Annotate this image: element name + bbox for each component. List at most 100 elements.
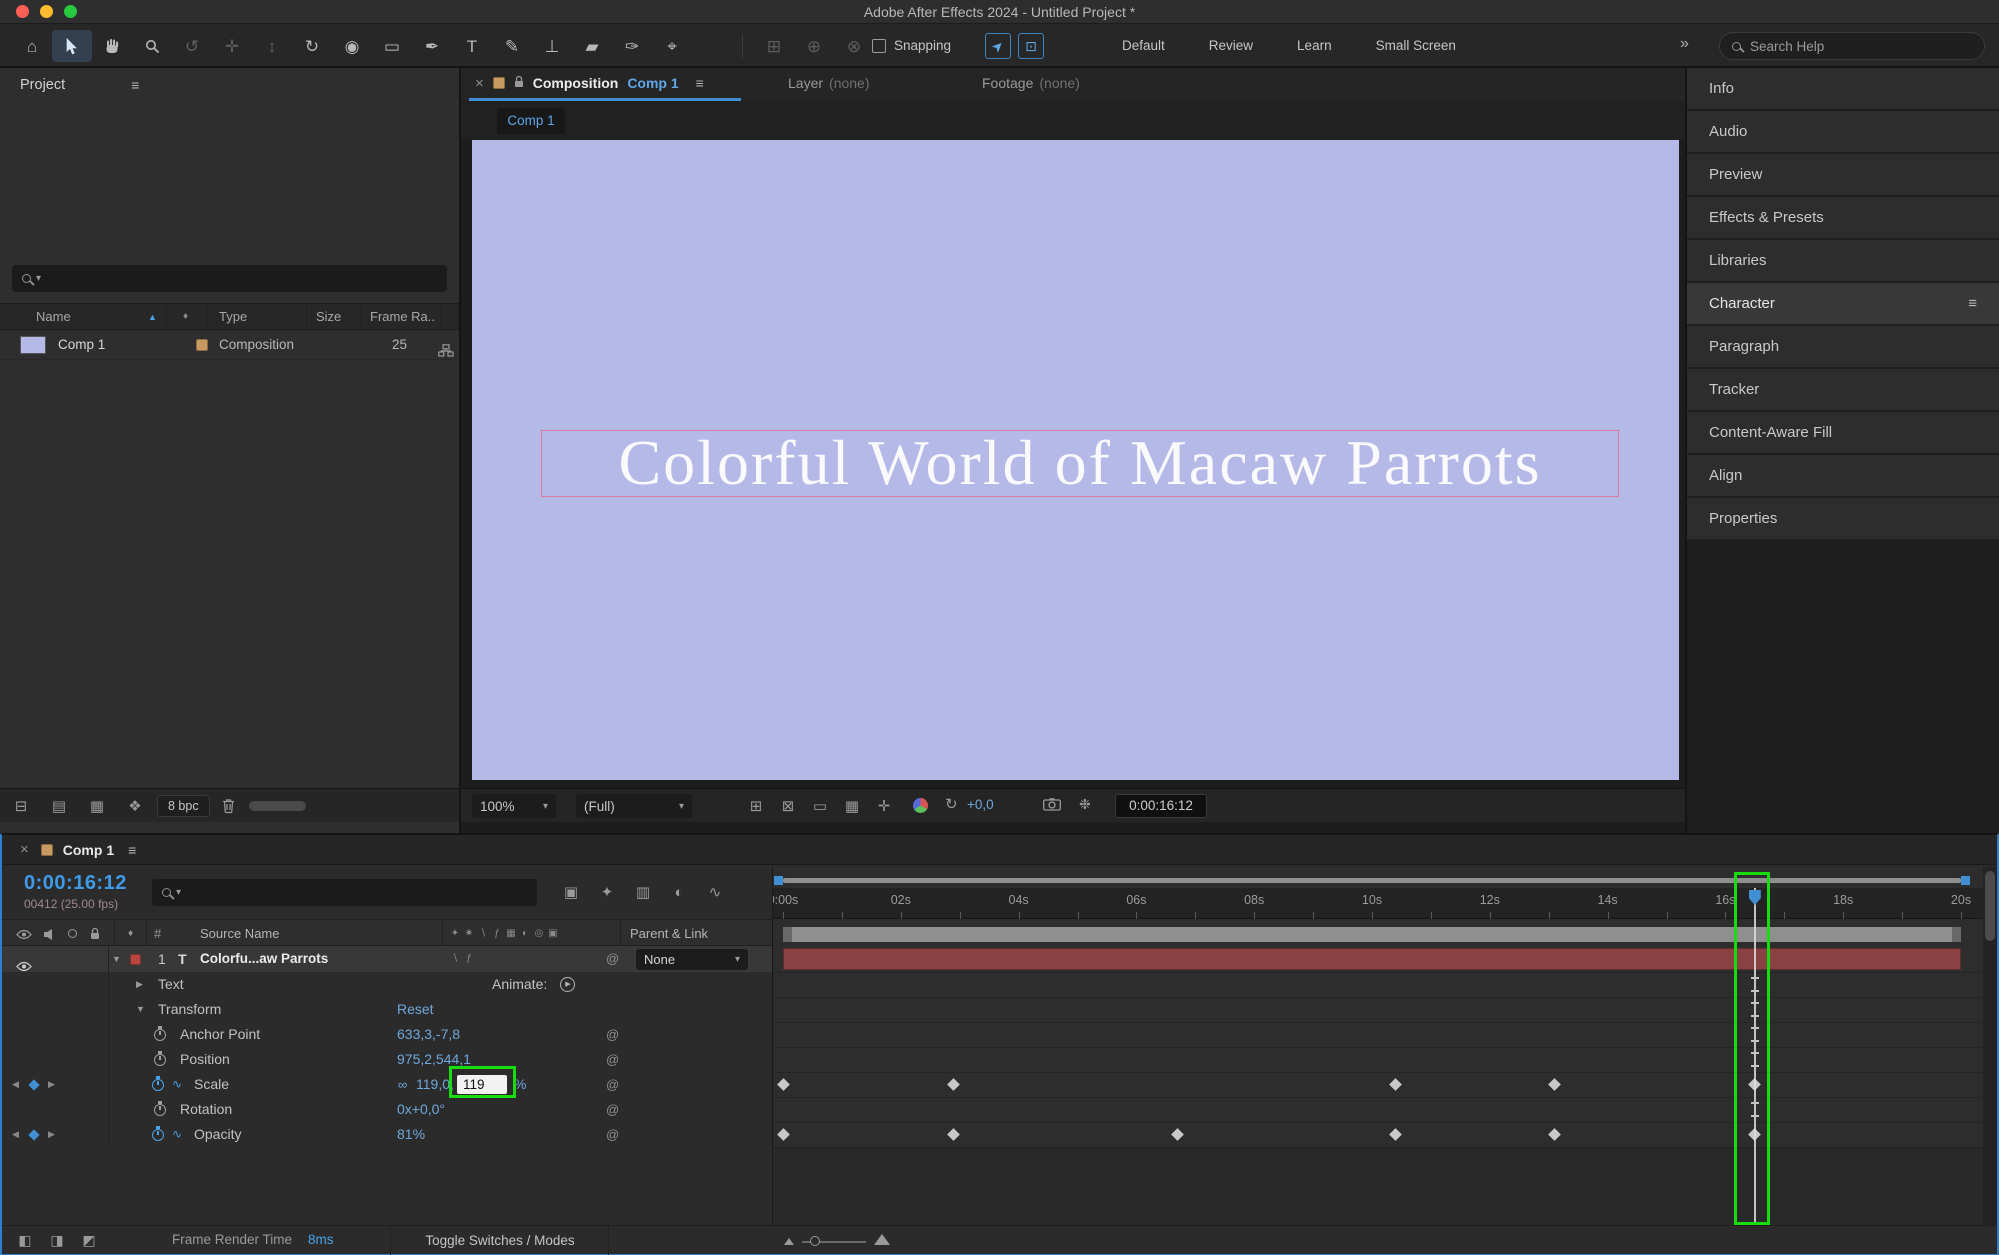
sidebar-panel-preview[interactable]: Preview: [1687, 154, 1999, 195]
workspace-default[interactable]: Default: [1100, 24, 1187, 68]
property-name[interactable]: Anchor Point: [180, 1022, 260, 1047]
roto-brush-tool-icon[interactable]: ✑: [612, 30, 652, 62]
region-of-interest-icon[interactable]: ▭: [807, 794, 833, 818]
viewer-panel-menu-icon[interactable]: ≡: [696, 75, 704, 91]
interpret-footage-icon[interactable]: ⊟: [8, 794, 34, 818]
draft-3d-icon[interactable]: ▥: [630, 880, 656, 904]
keyframe-diamond[interactable]: [1548, 1128, 1561, 1141]
property-pickwhip-icon[interactable]: @: [606, 1047, 619, 1072]
type-tool-icon[interactable]: T: [452, 30, 492, 62]
timeline-tab-label[interactable]: Comp 1: [63, 842, 114, 858]
hand-tool-icon[interactable]: [92, 30, 132, 62]
property-name[interactable]: Scale: [194, 1072, 229, 1097]
live-update-icon[interactable]: ✦: [594, 880, 620, 904]
scrollbar-thumb[interactable]: [1985, 871, 1995, 941]
disclosure-triangle[interactable]: ▼: [136, 997, 145, 1022]
keyframe-toggle-diamond[interactable]: [28, 1128, 40, 1141]
dolly-camera-tool-icon[interactable]: ↕: [252, 30, 292, 62]
stopwatch-icon[interactable]: [154, 1051, 166, 1066]
sidebar-panel-tracker[interactable]: Tracker: [1687, 369, 1999, 410]
work-area-bar[interactable]: [783, 927, 1961, 942]
brush-tool-icon[interactable]: ✎: [492, 30, 532, 62]
zoom-in-timeline-icon[interactable]: [874, 1234, 890, 1245]
keyframe-diamond[interactable]: [776, 1078, 790, 1091]
property-name[interactable]: Opacity: [194, 1122, 241, 1147]
tab-footage[interactable]: Footage (none): [982, 68, 1080, 98]
column-size[interactable]: Size: [316, 304, 341, 330]
new-composition-icon[interactable]: ▦: [84, 794, 110, 818]
sidebar-panel-effects-presets[interactable]: Effects & Presets: [1687, 197, 1999, 238]
item-name[interactable]: Comp 1: [58, 330, 105, 360]
time-navigator-bar[interactable]: [783, 878, 1961, 883]
search-options-caret-icon[interactable]: ▾: [176, 887, 181, 898]
keyframe-diamond[interactable]: [1171, 1128, 1184, 1141]
next-keyframe-button[interactable]: ▶: [48, 1072, 55, 1097]
horizontal-scroll-thumb[interactable]: [249, 801, 306, 811]
scale-value-edit-field[interactable]: 119: [457, 1075, 507, 1094]
layer-fx-switch-icon[interactable]: ƒ: [462, 948, 476, 970]
graph-editor-icon[interactable]: ∿: [702, 880, 728, 904]
layer-duration-bar[interactable]: [783, 948, 1961, 970]
search-options-caret-icon[interactable]: ▾: [36, 273, 41, 284]
constrain-proportions-link-icon[interactable]: ∞: [398, 1072, 407, 1097]
project-panel-menu-icon[interactable]: ≡: [131, 77, 139, 93]
property-pickwhip-icon[interactable]: @: [606, 1072, 619, 1097]
previous-keyframe-button[interactable]: ◀: [12, 1072, 19, 1097]
comp-mini-flowchart-icon[interactable]: ▣: [558, 880, 584, 904]
camera-tool-icon[interactable]: ◉: [332, 30, 372, 62]
timeline-current-time[interactable]: 0:00:16:12: [24, 872, 127, 895]
collapse-icon[interactable]: ✷: [462, 922, 476, 944]
property-group-text[interactable]: ▶ Text Animate: ▶: [2, 972, 772, 997]
property-value[interactable]: 975,2,544,1: [397, 1047, 471, 1072]
trash-icon[interactable]: [222, 798, 235, 817]
keyframe-diamond[interactable]: [947, 1078, 961, 1091]
pen-tool-icon[interactable]: ✒: [412, 30, 452, 62]
property-value[interactable]: 0x+0,0°: [397, 1097, 445, 1122]
composition-canvas[interactable]: Colorful World of Macaw Parrots: [472, 140, 1679, 780]
timeline-panel-menu-icon[interactable]: ≡: [128, 842, 136, 858]
timeline-zoom-thumb[interactable]: [810, 1236, 820, 1246]
layer-row[interactable]: ▼ 1 T Colorfu...aw Parrots ∖ ƒ @ None ▾: [2, 946, 772, 972]
sidebar-panel-libraries[interactable]: Libraries: [1687, 240, 1999, 281]
index-column-header[interactable]: #: [154, 920, 161, 947]
column-name[interactable]: Name: [36, 304, 71, 330]
navigator-end-handle[interactable]: [1961, 876, 1970, 885]
stopwatch-icon-active[interactable]: [152, 1076, 164, 1091]
stopwatch-icon[interactable]: [154, 1026, 166, 1041]
keyframe-diamond[interactable]: [947, 1128, 961, 1141]
3d-icon[interactable]: ▣: [546, 922, 560, 944]
timeline-graph-area[interactable]: 0:00s 02s 04s 06s 08s 10s 12s 14s 16s 18s 20s: [772, 867, 1983, 1225]
close-tab-icon[interactable]: ×: [20, 841, 29, 858]
property-row-scale[interactable]: ◀ ▶ ∿ Scale ∞ 119,0, 119 % @: [2, 1072, 772, 1097]
clone-stamp-tool-icon[interactable]: ⊥: [532, 30, 572, 62]
motion-blur-icon[interactable]: ◐: [666, 880, 692, 904]
layer-label-color[interactable]: [130, 954, 141, 965]
exposure-icon[interactable]: ✛: [871, 794, 897, 818]
parent-dropdown[interactable]: None ▾: [636, 949, 748, 970]
project-item-row[interactable]: Comp 1 Composition 25: [0, 330, 459, 360]
property-row-anchor-point[interactable]: Anchor Point 633,3,-7,8 @: [2, 1022, 772, 1047]
toolbar-overflow-chevron[interactable]: »: [1680, 35, 1689, 53]
stopwatch-icon[interactable]: [154, 1101, 166, 1116]
sidebar-panel-content-aware-fill[interactable]: Content-Aware Fill: [1687, 412, 1999, 453]
work-area-end-handle[interactable]: [1952, 927, 1961, 942]
close-tab-icon[interactable]: ×: [475, 75, 484, 92]
parent-link-column-header[interactable]: Parent & Link: [630, 920, 708, 947]
sidebar-panel-character[interactable]: Character ≡: [1687, 283, 1999, 324]
rectangle-tool-icon[interactable]: ▭: [372, 30, 412, 62]
toggle-mask-path-icon[interactable]: ⊠: [775, 794, 801, 818]
view-axis-mode-icon[interactable]: ⊗: [834, 30, 874, 62]
tab-layer[interactable]: Layer (none): [788, 68, 870, 98]
previous-keyframe-button[interactable]: ◀: [12, 1122, 19, 1147]
local-axis-mode-icon[interactable]: ⊞: [754, 30, 794, 62]
world-axis-mode-icon[interactable]: ⊕: [794, 30, 834, 62]
channels-icon[interactable]: [913, 798, 928, 813]
choose-grid-guides-icon[interactable]: ⊞: [743, 794, 769, 818]
stopwatch-icon-active[interactable]: [152, 1126, 164, 1141]
zoom-tool-icon[interactable]: [132, 30, 172, 62]
puppet-pin-tool-icon[interactable]: ⌖: [652, 30, 692, 62]
parent-pickwhip-icon[interactable]: @: [606, 946, 619, 972]
keyframe-diamond[interactable]: [776, 1128, 790, 1141]
property-row-position[interactable]: Position 975,2,544,1 @: [2, 1047, 772, 1072]
layer-name[interactable]: Colorfu...aw Parrots: [200, 946, 328, 972]
